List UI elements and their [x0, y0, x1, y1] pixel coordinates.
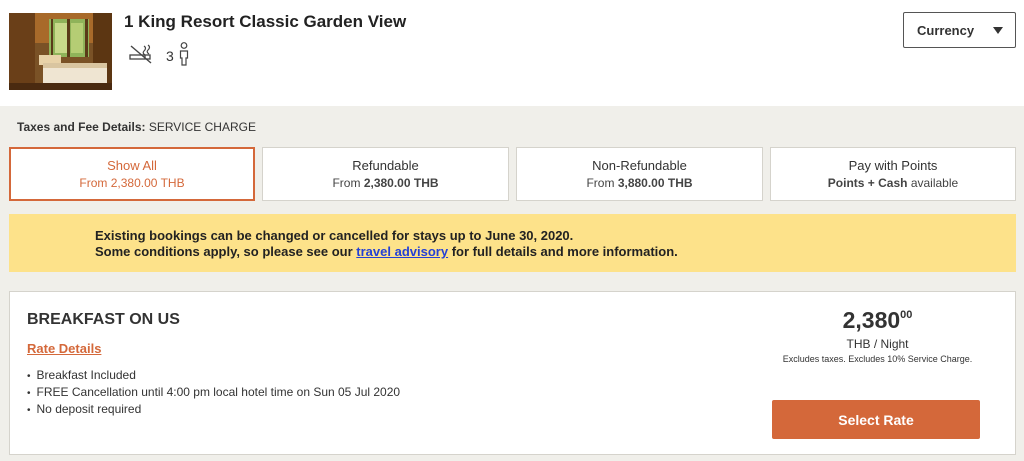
price-cents: 00: [900, 309, 913, 321]
rate-card: BREAKFAST ON US Rate Details Breakfast I…: [9, 291, 1016, 455]
currency-dropdown[interactable]: Currency: [903, 12, 1016, 48]
price-note: Excludes taxes. Excludes 10% Service Cha…: [782, 354, 973, 364]
room-photo: [9, 13, 112, 90]
tab-price: Points + Cash available: [827, 176, 959, 190]
list-item: Breakfast Included: [27, 367, 400, 384]
tab-title: Non-Refundable: [592, 158, 687, 173]
taxes-value: SERVICE CHARGE: [148, 120, 256, 134]
list-item: FREE Cancellation until 4:00 pm local ho…: [27, 384, 401, 401]
room-title: 1 King Resort Classic Garden View: [124, 12, 407, 31]
rate-name: BREAKFAST ON US: [27, 311, 180, 328]
tab-refundable[interactable]: Refundable From 2,380.00 THB: [262, 147, 509, 201]
tab-non-refundable[interactable]: Non-Refundable From 3,880.00 THB: [516, 147, 763, 201]
price-unit: THB / Night: [846, 337, 909, 351]
taxes-fee-details: Taxes and Fee Details: SERVICE CHARGE: [17, 120, 256, 134]
tab-price: From 2,380.00 THB: [332, 176, 439, 190]
tab-title: Pay with Points: [848, 158, 938, 173]
list-item: No deposit required: [27, 401, 400, 418]
tab-show-all[interactable]: Show All From 2,380.00 THB: [9, 147, 255, 201]
room-header: 1 King Resort Classic Garden View 3 Curr…: [0, 0, 1024, 106]
travel-advisory-banner: Existing bookings can be changed or canc…: [9, 214, 1016, 272]
tab-pay-with-points[interactable]: Pay with Points Points + Cash available: [770, 147, 1016, 201]
tab-title: Refundable: [352, 158, 419, 173]
rate-features: Breakfast Included FREE Cancellation unt…: [27, 367, 401, 418]
tab-title: Show All: [107, 158, 157, 173]
rate-details-link[interactable]: Rate Details: [27, 341, 101, 356]
chevron-down-icon: [993, 27, 1003, 34]
tab-price: From 3,880.00 THB: [586, 176, 693, 190]
advisory-line-1: Existing bookings can be changed or canc…: [95, 228, 574, 243]
currency-label: Currency: [917, 22, 975, 38]
advisory-line-2: Some conditions apply, so please see our…: [95, 244, 678, 259]
room-meta: 3: [128, 41, 190, 71]
tab-price: From 2,380.00 THB: [79, 176, 185, 190]
price-amount: 2,380: [842, 307, 901, 333]
select-rate-button[interactable]: Select Rate: [772, 400, 980, 439]
travel-advisory-link[interactable]: travel advisory: [356, 244, 448, 259]
no-smoking-icon: [128, 43, 154, 70]
rate-price: 2,38000 THB / Night Excludes taxes. Excl…: [774, 307, 981, 366]
taxes-label: Taxes and Fee Details:: [17, 120, 146, 134]
person-icon: [178, 41, 190, 71]
occupancy-count: 3: [166, 48, 174, 64]
